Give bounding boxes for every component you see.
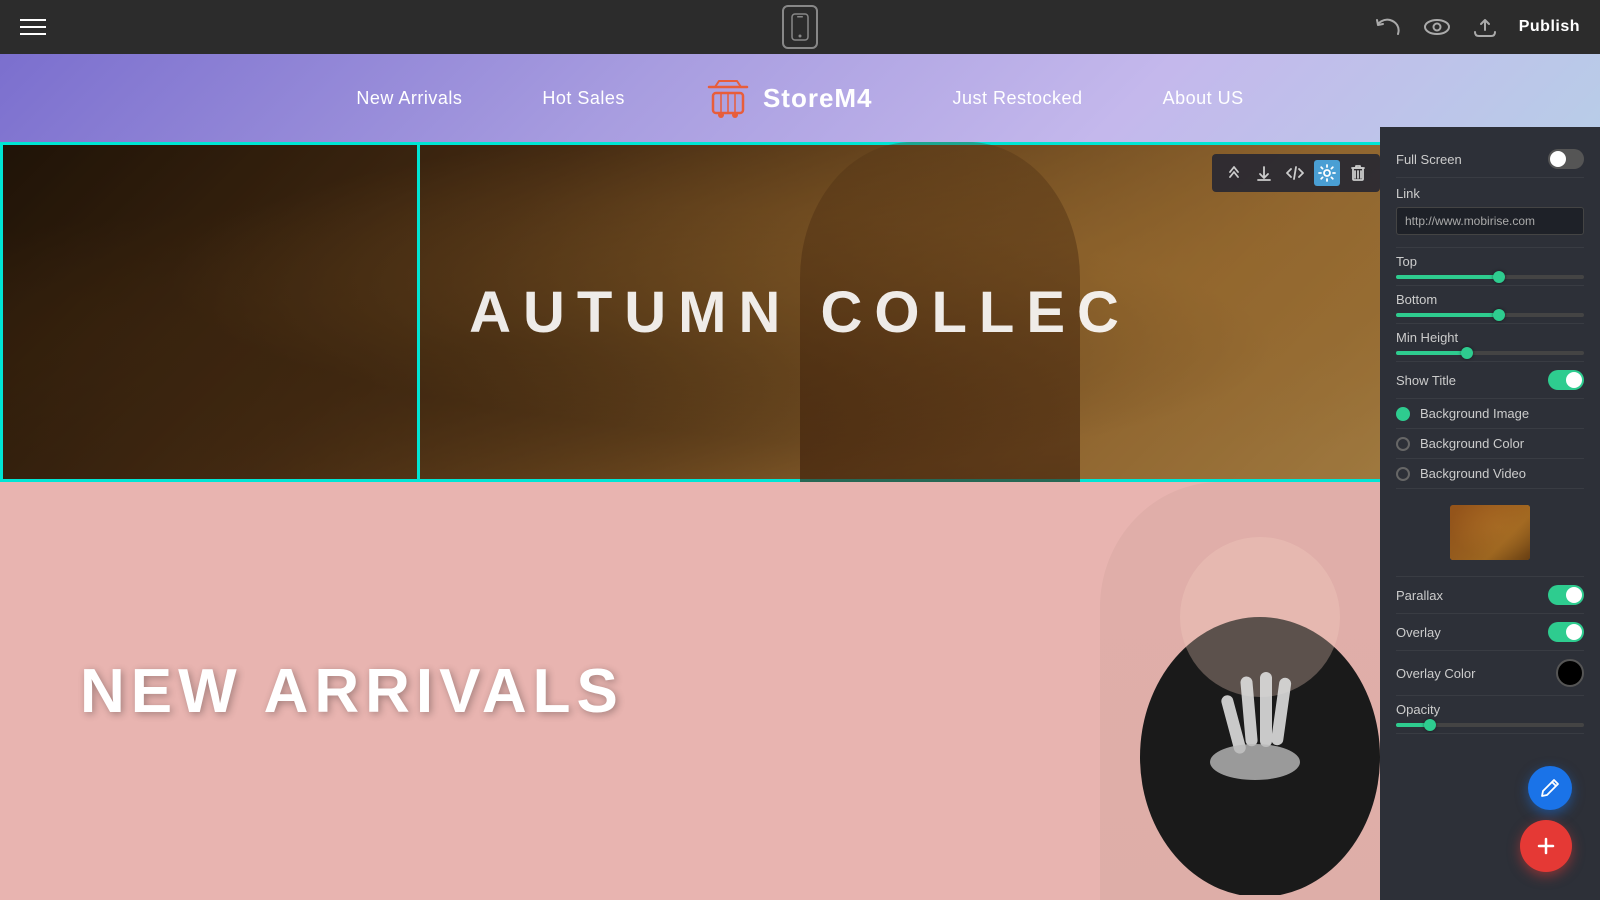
bottom-slider-fill	[1396, 313, 1499, 317]
nav-link-about-us[interactable]: About US	[1163, 88, 1244, 109]
bg-image-radio[interactable]	[1396, 407, 1410, 421]
bg-video-label: Background Video	[1420, 466, 1526, 481]
new-arrivals-title: NEW ARRIVALS	[80, 656, 624, 727]
toolbar-left	[20, 19, 46, 35]
bottom-label: Bottom	[1396, 292, 1584, 307]
top-slider-thumb[interactable]	[1493, 271, 1505, 283]
show-title-toggle[interactable]	[1548, 370, 1584, 390]
phone-icon	[782, 5, 818, 49]
nav-bar: New Arrivals Hot Sales StoreM4 Just Rest…	[0, 54, 1600, 142]
logo-icon	[705, 77, 751, 119]
full-screen-toggle[interactable]	[1548, 149, 1584, 169]
link-section: Link	[1396, 178, 1584, 248]
overlay-color-swatch[interactable]	[1556, 659, 1584, 687]
overlay-label: Overlay	[1396, 625, 1441, 640]
bg-video-row[interactable]: Background Video	[1396, 459, 1584, 489]
bg-color-row[interactable]: Background Color	[1396, 429, 1584, 459]
move-up-button[interactable]	[1222, 160, 1246, 186]
bg-image-row[interactable]: Background Image	[1396, 399, 1584, 429]
opacity-slider-thumb[interactable]	[1424, 719, 1436, 731]
top-label: Top	[1396, 254, 1584, 269]
parallax-row: Parallax	[1396, 577, 1584, 614]
bg-color-radio[interactable]	[1396, 437, 1410, 451]
preview-button[interactable]	[1423, 16, 1451, 38]
section-toolbar	[1212, 154, 1380, 192]
brand-name: StoreM4	[763, 83, 873, 114]
min-height-slider-thumb[interactable]	[1461, 347, 1473, 359]
hamburger-icon	[20, 19, 46, 35]
top-slider-track[interactable]	[1396, 275, 1584, 279]
new-arrivals-section: NEW ARRIVALS	[0, 482, 1600, 900]
bg-thumbnail-container	[1396, 489, 1584, 577]
bg-image-label: Background Image	[1420, 406, 1529, 421]
bg-thumbnail[interactable]	[1450, 505, 1530, 560]
add-fab[interactable]	[1520, 820, 1572, 872]
overlay-color-label: Overlay Color	[1396, 666, 1475, 681]
menu-button[interactable]	[20, 19, 46, 35]
min-height-label: Min Height	[1396, 330, 1584, 345]
full-screen-label: Full Screen	[1396, 152, 1462, 167]
opacity-slider-row: Opacity	[1396, 696, 1584, 734]
delete-button[interactable]	[1346, 160, 1370, 186]
nav-link-hot-sales[interactable]: Hot Sales	[542, 88, 625, 109]
top-slider-fill	[1396, 275, 1499, 279]
code-button[interactable]	[1282, 162, 1308, 184]
hero-section: AUTUMN COLLEC	[0, 142, 1600, 482]
min-height-slider-fill	[1396, 351, 1467, 355]
show-title-row: Show Title	[1396, 362, 1584, 399]
toolbar-center	[782, 5, 818, 49]
overlay-toggle[interactable]	[1548, 622, 1584, 642]
undo-button[interactable]	[1375, 16, 1403, 38]
upload-publish-icon[interactable]	[1471, 16, 1499, 38]
publish-button[interactable]: Publish	[1519, 18, 1580, 36]
bg-video-radio[interactable]	[1396, 467, 1410, 481]
nav-link-new-arrivals[interactable]: New Arrivals	[356, 88, 462, 109]
overlay-color-row: Overlay Color	[1396, 651, 1584, 696]
hero-title: AUTUMN COLLEC	[469, 279, 1131, 346]
edit-fab[interactable]	[1528, 766, 1572, 810]
toolbar-right: Publish	[1375, 16, 1580, 38]
publish-label: Publish	[1519, 18, 1580, 36]
show-title-label: Show Title	[1396, 373, 1456, 388]
mobile-preview-button[interactable]	[782, 5, 818, 49]
top-slider-row: Top	[1396, 248, 1584, 286]
overlay-row: Overlay	[1396, 614, 1584, 651]
nav-logo: StoreM4	[705, 77, 873, 119]
nav-link-just-restocked[interactable]: Just Restocked	[953, 88, 1083, 109]
download-button[interactable]	[1252, 160, 1276, 186]
opacity-label: Opacity	[1396, 702, 1584, 717]
min-height-slider-track[interactable]	[1396, 351, 1584, 355]
bottom-slider-track[interactable]	[1396, 313, 1584, 317]
top-toolbar: Publish	[0, 0, 1600, 54]
parallax-label: Parallax	[1396, 588, 1443, 603]
settings-button[interactable]	[1314, 160, 1340, 186]
hero-border-top	[0, 142, 1600, 145]
full-screen-row: Full Screen	[1396, 141, 1584, 178]
hero-border-right	[417, 142, 420, 482]
hero-border-left	[0, 142, 3, 482]
link-label: Link	[1396, 186, 1584, 201]
bottom-slider-row: Bottom	[1396, 286, 1584, 324]
bottom-slider-thumb[interactable]	[1493, 309, 1505, 321]
link-input[interactable]	[1396, 207, 1584, 235]
min-height-slider-row: Min Height	[1396, 324, 1584, 362]
bg-color-label: Background Color	[1420, 436, 1524, 451]
opacity-slider-track[interactable]	[1396, 723, 1584, 727]
parallax-toggle[interactable]	[1548, 585, 1584, 605]
